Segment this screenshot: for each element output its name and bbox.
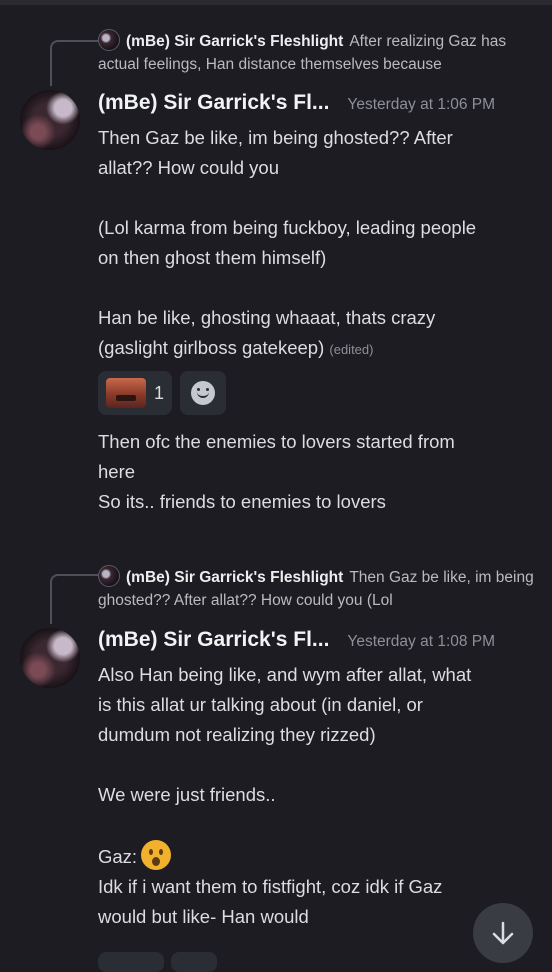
avatar[interactable] bbox=[20, 90, 80, 150]
edited-label: (edited) bbox=[329, 342, 374, 357]
reaction-chip[interactable] bbox=[98, 952, 164, 972]
smile-plus-icon bbox=[191, 381, 216, 405]
timestamp: Yesterday at 1:06 PM bbox=[347, 96, 496, 113]
reply-author: (mBe) Sir Garrick's Fleshlight bbox=[126, 33, 344, 50]
reactions-bar: 1 bbox=[98, 371, 534, 415]
followup-line: here bbox=[98, 461, 136, 482]
author-name[interactable]: (mBe) Sir Garrick's Fl... bbox=[98, 628, 329, 651]
followup-line: So its.. friends to enemies to lovers bbox=[98, 491, 386, 512]
author-name[interactable]: (mBe) Sir Garrick's Fl... bbox=[98, 91, 329, 114]
message-line: (Lol karma from being fuckboy, leading p… bbox=[98, 217, 477, 238]
message-line: Gaz: bbox=[98, 840, 534, 872]
avatar[interactable] bbox=[20, 628, 80, 688]
reply-preview[interactable]: (mBe) Sir Garrick's Fleshlight Then Gaz b… bbox=[98, 565, 534, 612]
top-divider bbox=[0, 0, 552, 5]
followup-line: Then ofc the enemies to lovers started f… bbox=[98, 431, 455, 452]
reply-spine bbox=[50, 40, 98, 86]
message-line: Then Gaz be like, im being ghosted?? Aft… bbox=[98, 127, 453, 148]
message-line: We were just friends.. bbox=[98, 784, 276, 805]
message-text: Gaz: bbox=[98, 846, 138, 867]
reply-avatar bbox=[98, 29, 120, 51]
reply-author: (mBe) Sir Garrick's Fleshlight bbox=[126, 569, 344, 586]
message: (mBe) Sir Garrick's Fl... Yesterday at 1:… bbox=[98, 91, 534, 517]
message-line: is this allat ur talking about (in danie… bbox=[98, 694, 423, 715]
add-reaction-button[interactable] bbox=[180, 371, 227, 415]
message: (mBe) Sir Garrick's Fl... Yesterday at 1:… bbox=[98, 628, 534, 932]
scroll-to-bottom-button[interactable] bbox=[473, 903, 533, 963]
timestamp: Yesterday at 1:08 PM bbox=[347, 633, 496, 650]
message-line: allat?? How could you bbox=[98, 157, 279, 178]
message-line: would but like- Han would bbox=[98, 906, 309, 927]
surprised-face-emoji bbox=[141, 840, 172, 870]
add-reaction-button[interactable] bbox=[171, 952, 217, 972]
reply-spine bbox=[50, 574, 98, 624]
message-line: (gaslight girlboss gatekeep) (edited) bbox=[98, 333, 534, 365]
message-header: (mBe) Sir Garrick's Fl... Yesterday at 1:… bbox=[98, 91, 534, 123]
reaction-count: 1 bbox=[154, 382, 165, 403]
reaction-emoji-image bbox=[106, 378, 146, 408]
message-line: Also Han being like, and wym after allat… bbox=[98, 664, 472, 685]
message-line: dumdum not realizing they rizzed) bbox=[98, 724, 376, 745]
arrow-down-icon bbox=[492, 921, 514, 945]
reaction-chip[interactable]: 1 bbox=[98, 371, 173, 415]
message-line: on then ghost them himself) bbox=[98, 247, 327, 268]
message-header: (mBe) Sir Garrick's Fl... Yesterday at 1:… bbox=[98, 628, 534, 660]
message-line: Han be like, ghosting whaaat, thats craz… bbox=[98, 307, 436, 328]
reply-preview[interactable]: (mBe) Sir Garrick's Fleshlight After real… bbox=[98, 29, 534, 76]
message-text: (gaslight girlboss gatekeep) bbox=[98, 337, 325, 358]
message-line: Idk if i want them to fistfight, coz idk… bbox=[98, 876, 443, 897]
reply-avatar bbox=[98, 565, 120, 587]
